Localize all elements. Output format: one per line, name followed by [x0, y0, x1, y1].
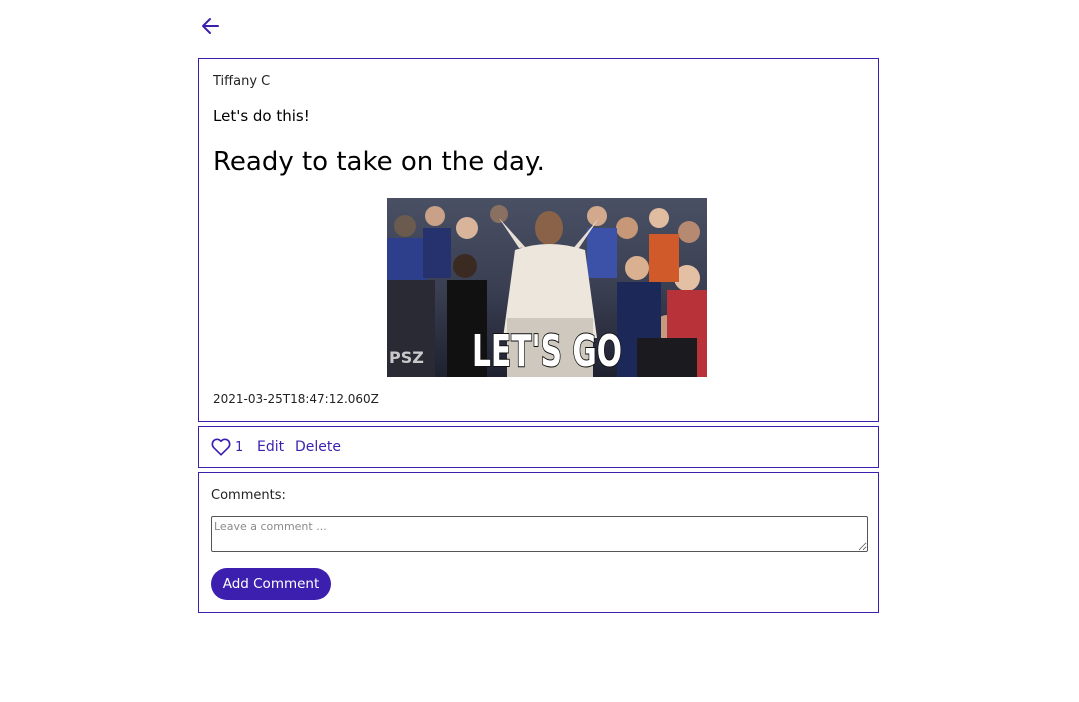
post-card: Tiffany C Let's do this! Ready to take o…: [198, 58, 879, 422]
add-comment-button[interactable]: Add Comment: [211, 568, 331, 600]
like-count: 1: [235, 440, 244, 455]
post-gif: LET'S GO PSZ: [387, 198, 707, 377]
back-button[interactable]: [199, 14, 223, 38]
post-gif-image: LET'S GO PSZ: [387, 198, 707, 377]
gif-watermark: PSZ: [389, 348, 424, 367]
edit-link[interactable]: Edit: [257, 439, 284, 455]
comment-input[interactable]: [211, 516, 868, 552]
heart-icon[interactable]: [211, 438, 231, 456]
comments-label: Comments:: [211, 488, 286, 503]
arrow-left-icon: [202, 18, 219, 34]
post-actions: 1 Edit Delete: [198, 426, 879, 468]
post-body: Ready to take on the day.: [213, 147, 545, 177]
post-author: Tiffany C: [213, 74, 271, 89]
post-title: Let's do this!: [213, 107, 310, 125]
post-timestamp: 2021-03-25T18:47:12.060Z: [213, 392, 379, 406]
comments-section: Comments: Add Comment: [198, 472, 879, 613]
gif-caption: LET'S GO: [472, 326, 622, 377]
delete-link[interactable]: Delete: [295, 439, 341, 455]
